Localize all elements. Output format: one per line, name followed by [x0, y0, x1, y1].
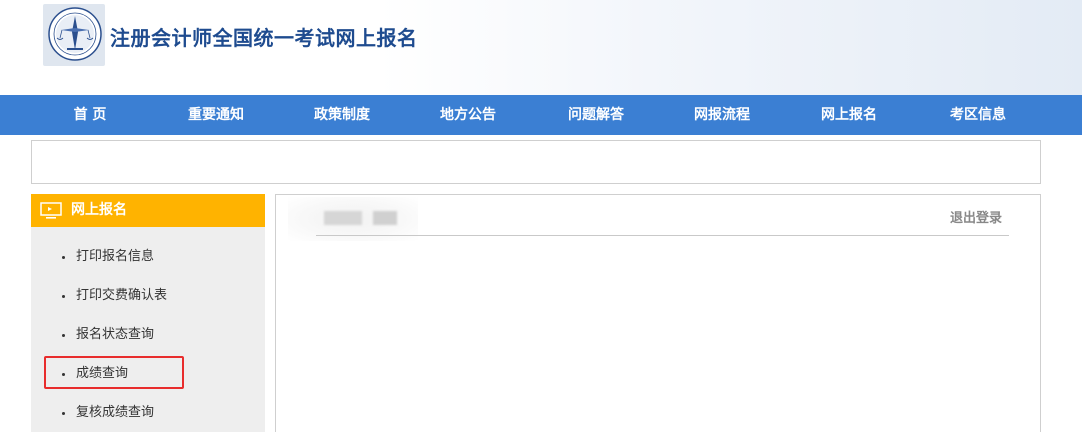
logo-container	[43, 4, 105, 66]
nav-item-local-announcements[interactable]: 地方公告	[413, 95, 523, 135]
bullet-icon	[62, 295, 65, 298]
site-header: 注册会计师全国统一考试网上报名	[0, 0, 1082, 95]
bullet-icon	[62, 412, 65, 415]
cicpa-emblem-icon	[48, 7, 102, 61]
nav-item-online-registration[interactable]: 网上报名	[794, 95, 904, 135]
highlight-annotation	[44, 356, 184, 389]
panel-divider	[316, 235, 1009, 236]
nav-item-policies[interactable]: 政策制度	[287, 95, 397, 135]
nav-item-faq[interactable]: 问题解答	[541, 95, 651, 135]
sidebar-item-review-score-query[interactable]: 复核成绩查询	[31, 396, 265, 430]
sidebar-item-registration-status[interactable]: 报名状态查询	[31, 318, 265, 352]
logout-link[interactable]: 退出登录	[950, 207, 1002, 226]
main-panel: 退出登录	[275, 194, 1041, 432]
monitor-icon	[40, 202, 62, 219]
sidebar-item-label: 复核成绩查询	[76, 405, 155, 420]
blurred-text	[324, 211, 362, 225]
sidebar-item-print-registration[interactable]: 打印报名信息	[31, 240, 265, 274]
sidebar-item-print-payment-confirmation[interactable]: 打印交费确认表	[31, 279, 265, 313]
nav-item-home[interactable]: 首 页	[35, 95, 145, 135]
sidebar-header: 网上报名	[31, 194, 265, 227]
sidebar-item-label: 打印报名信息	[76, 249, 155, 264]
main-nav: 首 页 重要通知 政策制度 地方公告 问题解答 网报流程 网上报名 考区信息	[0, 95, 1082, 135]
bullet-icon	[62, 256, 65, 259]
bullet-icon	[62, 334, 65, 337]
notice-box	[31, 140, 1041, 184]
nav-item-notices[interactable]: 重要通知	[161, 95, 271, 135]
sidebar-item-label: 报名状态查询	[76, 327, 155, 342]
sidebar: 网上报名 打印报名信息 打印交费确认表 报名状态查询 成绩查询 复核成绩查询	[31, 194, 265, 432]
nav-item-exam-area-info[interactable]: 考区信息	[923, 95, 1033, 135]
nav-item-process[interactable]: 网报流程	[667, 95, 777, 135]
blurred-text	[373, 211, 397, 225]
sidebar-header-label: 网上报名	[71, 202, 127, 218]
site-title: 注册会计师全国统一考试网上报名	[110, 26, 418, 50]
sidebar-item-label: 打印交费确认表	[76, 288, 168, 303]
